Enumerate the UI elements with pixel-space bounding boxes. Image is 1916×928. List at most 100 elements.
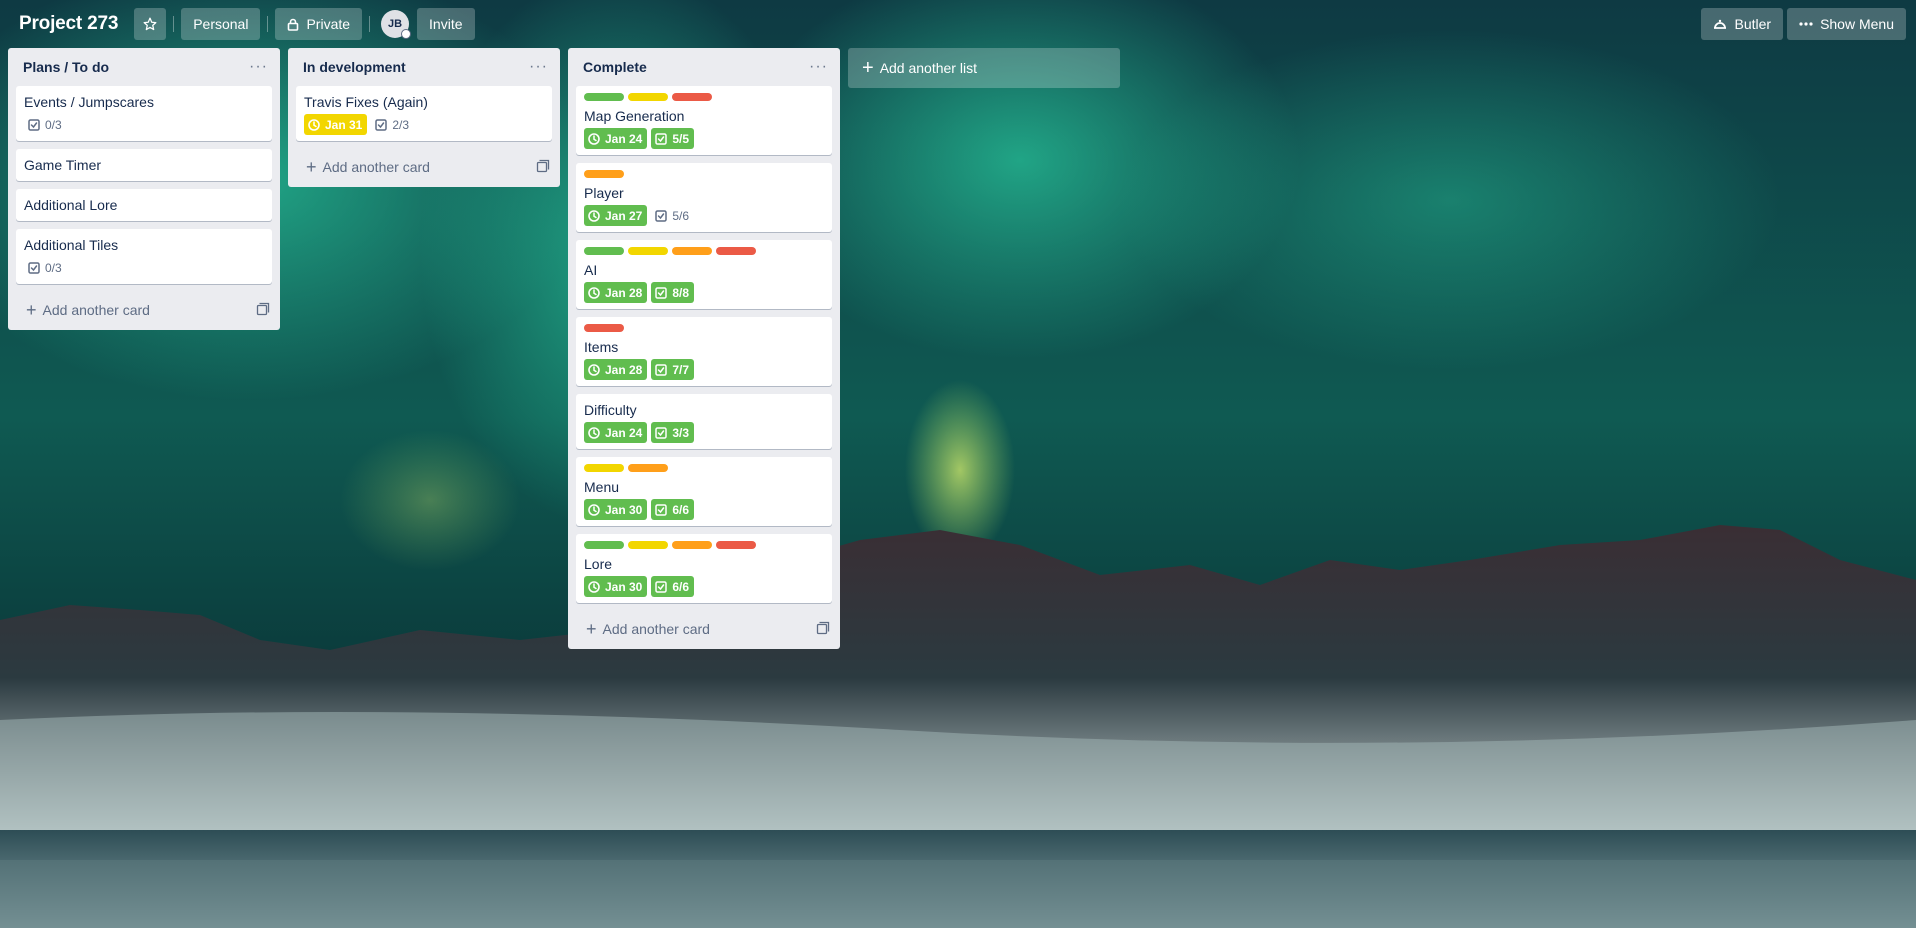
due-date-badge[interactable]: Jan 27	[584, 205, 648, 226]
card[interactable]: Travis Fixes (Again) Jan 31 2/3	[296, 86, 552, 141]
label-orange[interactable]	[672, 541, 712, 549]
card-title: Player	[584, 185, 624, 201]
avatar[interactable]: JB	[381, 10, 412, 39]
label-green[interactable]	[584, 247, 624, 255]
list-menu-icon[interactable]: ···	[805, 59, 832, 75]
due-date-text: Jan 31	[325, 117, 363, 132]
list-title[interactable]: Complete	[583, 59, 647, 75]
star-icon	[143, 17, 157, 31]
add-list-button[interactable]: + Add another list	[848, 48, 1120, 88]
invite-button[interactable]: Invite	[417, 8, 475, 40]
card-title: AI	[584, 262, 598, 278]
checklist-count: 6/6	[672, 579, 690, 594]
card[interactable]: Player Jan 27 5/6	[576, 163, 832, 232]
card-badges: Jan 30 6/6	[584, 499, 824, 520]
card-labels	[584, 93, 824, 101]
visibility-button[interactable]: Private	[275, 8, 363, 40]
card-title: Map Generation	[584, 108, 685, 124]
checklist-badge: 3/3	[651, 422, 695, 443]
visibility-label: Private	[306, 16, 351, 32]
due-date-text: Jan 28	[605, 285, 643, 300]
add-card-label: Add another card	[42, 302, 150, 318]
card-title: Game Timer	[24, 157, 102, 173]
checklist-badge: 2/3	[371, 114, 414, 135]
list: Complete ··· Map Generation Jan 24 5/5 Pl…	[568, 48, 840, 649]
list-title[interactable]: In development	[303, 59, 406, 75]
checklist-count: 0/3	[45, 260, 62, 275]
clock-icon	[588, 132, 600, 145]
star-button[interactable]	[134, 8, 167, 40]
plus-icon: +	[586, 619, 597, 639]
add-card-button[interactable]: + Add another card	[568, 611, 840, 647]
team-label: Personal	[193, 16, 249, 32]
due-date-badge[interactable]: Jan 30	[584, 576, 648, 597]
card-template-icon[interactable]	[536, 159, 550, 176]
checklist-badge: 5/5	[651, 128, 695, 149]
add-card-button[interactable]: + Add another card	[8, 292, 280, 328]
team-button[interactable]: Personal	[181, 8, 261, 40]
add-card-button[interactable]: + Add another card	[288, 149, 560, 185]
list-menu-icon[interactable]: ···	[245, 59, 272, 75]
card[interactable]: AI Jan 28 8/8	[576, 240, 832, 309]
plus-icon: +	[306, 157, 317, 177]
due-date-badge[interactable]: Jan 30	[584, 499, 648, 520]
label-green[interactable]	[584, 93, 624, 101]
label-red[interactable]	[672, 93, 712, 101]
label-yellow[interactable]	[628, 93, 668, 101]
card[interactable]: Lore Jan 30 6/6	[576, 534, 832, 603]
due-date-badge[interactable]: Jan 28	[584, 359, 648, 380]
board-header: Project 273 Personal Private JB Invite B…	[0, 0, 1916, 48]
clock-icon	[588, 363, 600, 376]
checklist-icon	[655, 580, 668, 593]
card-container: Map Generation Jan 24 5/5 Player Jan 27 5…	[568, 86, 840, 603]
label-yellow[interactable]	[584, 464, 624, 472]
list-header: In development ···	[288, 48, 560, 86]
card[interactable]: Additional Tiles 0/3	[16, 229, 272, 284]
card[interactable]: Additional Lore	[16, 189, 272, 221]
card[interactable]: Menu Jan 30 6/6	[576, 457, 832, 526]
list-header: Complete ···	[568, 48, 840, 86]
card-template-icon[interactable]	[256, 302, 270, 319]
board-title[interactable]: Project 273	[19, 13, 118, 35]
label-yellow[interactable]	[628, 247, 668, 255]
due-date-badge[interactable]: Jan 24	[584, 422, 648, 443]
checklist-badge: 7/7	[651, 359, 695, 380]
list-menu-icon[interactable]: ···	[525, 59, 552, 75]
lock-icon	[287, 18, 299, 31]
card[interactable]: Game Timer	[16, 149, 272, 181]
clock-icon	[588, 580, 600, 593]
card-title: Additional Lore	[24, 197, 118, 213]
due-date-text: Jan 27	[605, 208, 643, 223]
show-menu-button[interactable]: Show Menu	[1787, 8, 1906, 40]
checklist-badge: 5/6	[651, 205, 694, 226]
label-red[interactable]	[716, 541, 756, 549]
label-yellow[interactable]	[628, 541, 668, 549]
card[interactable]: Difficulty Jan 24 3/3	[576, 394, 832, 449]
card-title: Travis Fixes (Again)	[304, 94, 428, 110]
card-template-icon[interactable]	[816, 621, 830, 638]
butler-button[interactable]: Butler	[1701, 8, 1784, 40]
card-badges: Jan 24 5/5	[584, 128, 824, 149]
card-title: Menu	[584, 479, 620, 495]
list-title[interactable]: Plans / To do	[23, 59, 109, 75]
due-date-badge[interactable]: Jan 24	[584, 128, 648, 149]
plus-icon: +	[862, 57, 874, 79]
label-orange[interactable]	[628, 464, 668, 472]
list-header: Plans / To do ···	[8, 48, 280, 86]
label-red[interactable]	[716, 247, 756, 255]
label-orange[interactable]	[672, 247, 712, 255]
card[interactable]: Items Jan 28 7/7	[576, 317, 832, 386]
card[interactable]: Map Generation Jan 24 5/5	[576, 86, 832, 155]
due-date-badge[interactable]: Jan 28	[584, 282, 648, 303]
card-badges: Jan 30 6/6	[584, 576, 824, 597]
more-icon	[1799, 22, 1813, 26]
label-orange[interactable]	[584, 170, 624, 178]
due-date-badge[interactable]: Jan 31	[304, 114, 368, 135]
label-green[interactable]	[584, 541, 624, 549]
card[interactable]: Events / Jumpscares 0/3	[16, 86, 272, 141]
label-red[interactable]	[584, 324, 624, 332]
header-right: Butler Show Menu	[1701, 8, 1906, 40]
clock-icon	[308, 118, 320, 131]
checklist-icon	[375, 118, 388, 131]
card-title: Additional Tiles	[24, 237, 119, 253]
